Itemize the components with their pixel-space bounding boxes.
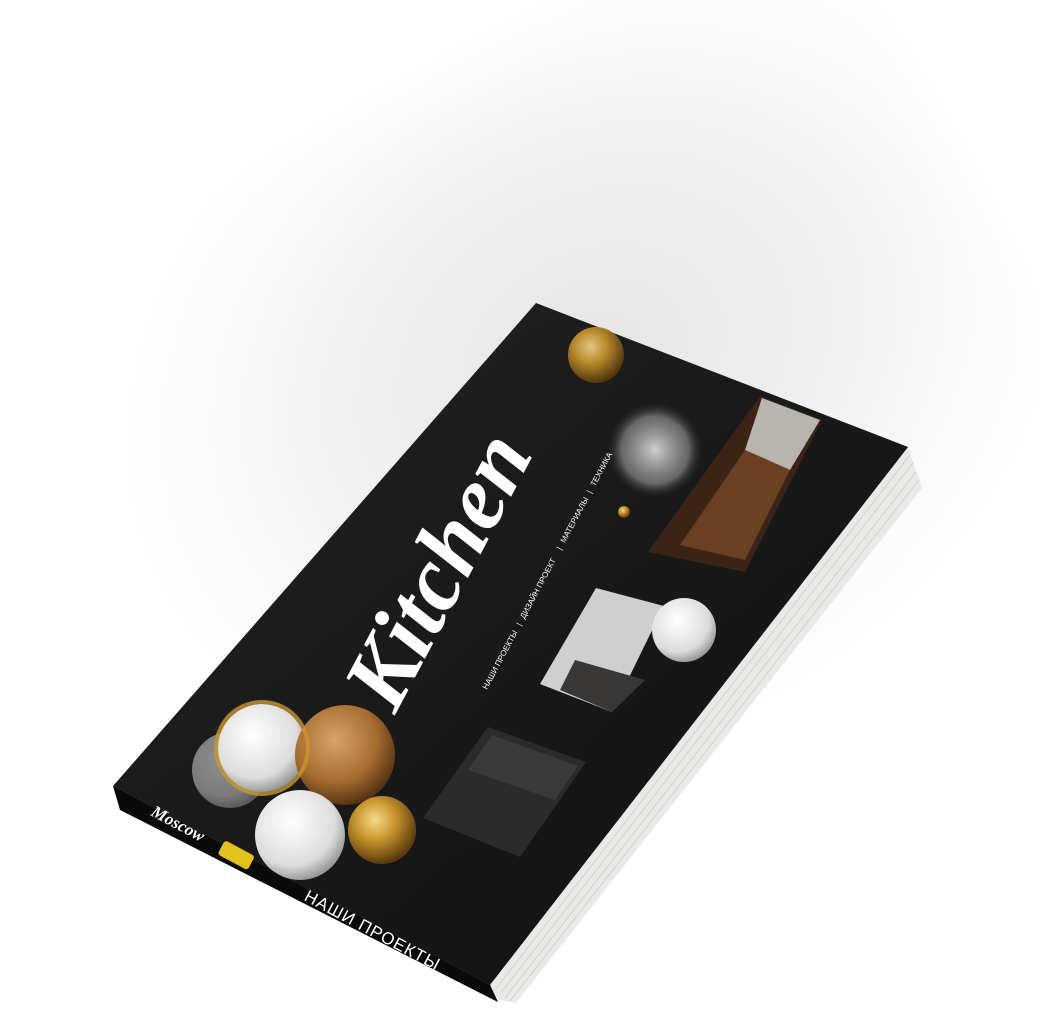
book-mockup: Moscow НАШИ ПРОЕКТЫ Kitchen НАШИ ПРОЕКТЫ… [113,303,922,1003]
gold-sphere-icon [348,796,416,864]
marble-disc-icon [218,704,306,792]
wood-sphere-icon [295,705,395,805]
gold-dot-icon [618,506,630,518]
blur-sphere [607,402,703,498]
marble-disc-icon [255,790,345,880]
marble-disc-icon [652,598,716,662]
gold-sphere-icon [568,327,624,383]
